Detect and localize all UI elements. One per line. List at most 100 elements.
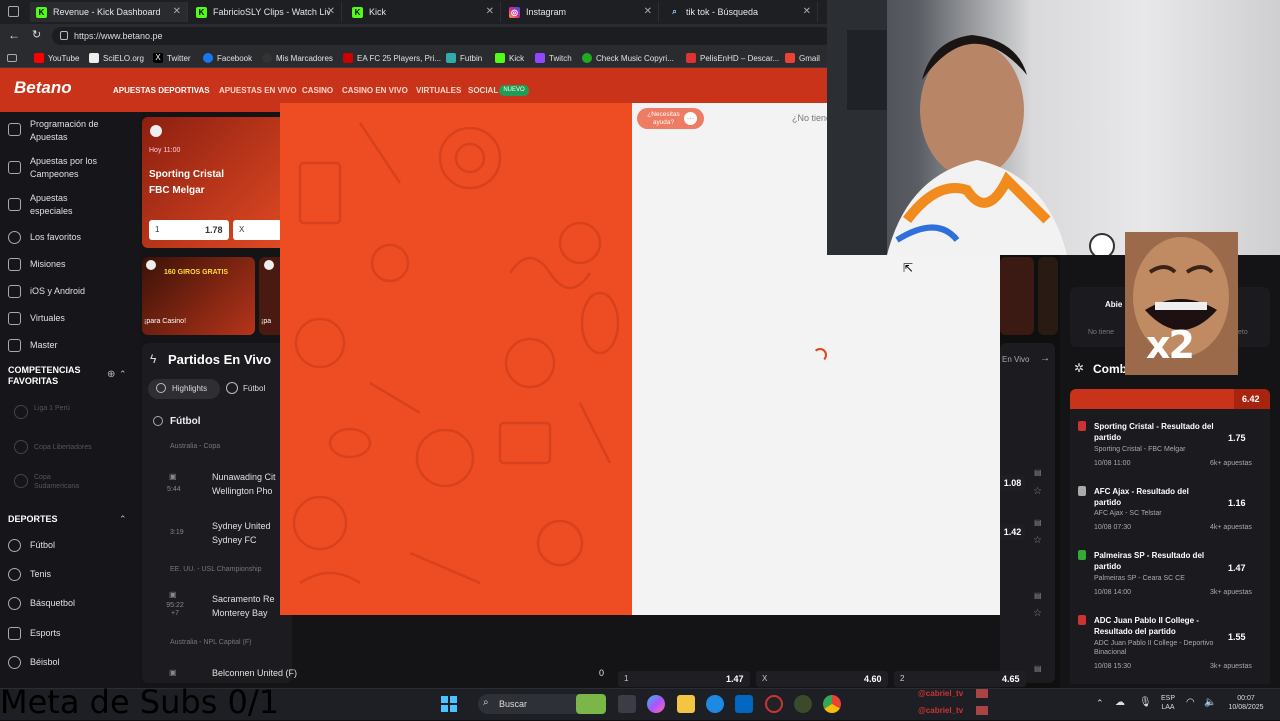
tab-tiktok-search[interactable]: ⌕ tik tok - Búsqueda ✕ [663, 2, 818, 22]
betano-logo[interactable]: Betano [14, 78, 72, 98]
bookmark-twitter[interactable]: X Twitter [153, 51, 191, 65]
input-language[interactable]: ESP LAA [1158, 694, 1178, 712]
store-icon[interactable] [735, 695, 753, 713]
odd-button[interactable]: 1.08 [1000, 475, 1025, 491]
clock[interactable]: 00:07 10/08/2025 [1222, 694, 1270, 712]
sport-basquetbol[interactable]: Básquetbol [30, 597, 75, 610]
tab-actions-icon[interactable] [8, 6, 19, 17]
onedrive-icon[interactable]: ☁ [1115, 697, 1125, 708]
sidebar-item-campeones[interactable]: Apuestas por los Campeones [30, 155, 130, 181]
back-icon[interactable]: ← [8, 28, 20, 42]
close-icon[interactable]: ✕ [327, 6, 335, 17]
bet-odd[interactable]: 1.75 [1228, 433, 1246, 443]
chrome-icon[interactable] [823, 695, 841, 713]
close-icon[interactable]: ✕ [173, 6, 181, 17]
app-icon[interactable] [794, 695, 812, 713]
refresh-icon[interactable]: ↻ [32, 28, 41, 41]
obs-icon[interactable] [765, 695, 783, 713]
search-placeholder: Buscar [499, 699, 528, 709]
promo-card-4[interactable] [1038, 257, 1058, 335]
stats-icon[interactable]: ▤ [1034, 591, 1042, 600]
bet-odd[interactable]: 1.47 [1228, 563, 1246, 573]
bet-odd[interactable]: 1.16 [1228, 498, 1246, 508]
bookmark-facebook[interactable]: Facebook [203, 51, 252, 65]
mic-icon[interactable]: 🎙 [1139, 697, 1152, 708]
chevron-up-icon[interactable]: ⌃ [119, 369, 127, 380]
bet-odd[interactable]: 1.55 [1228, 632, 1246, 642]
bookmark-gmail[interactable]: Gmail [785, 51, 820, 65]
tab-kick[interactable]: K Kick ✕ [346, 2, 501, 22]
chat-icon[interactable]: … [684, 112, 697, 125]
sidebar-item-programacion[interactable]: Programación de Apuestas [30, 118, 130, 144]
star-icon[interactable]: ☆ [1033, 608, 1042, 619]
nav-casino-en-vivo[interactable]: CASINO EN VIVO [342, 86, 408, 95]
sidebar-item-virtuales[interactable]: Virtuales [30, 312, 65, 325]
bookmark-eafc[interactable]: EA FC 25 Players, Pri... [343, 51, 441, 65]
star-icon[interactable]: ☆ [1033, 486, 1042, 497]
stats-icon[interactable]: ▤ [1034, 468, 1042, 477]
stats-icon[interactable]: ▤ [1034, 518, 1042, 527]
webcam-overlay [827, 0, 1280, 255]
star-icon[interactable]: ☆ [1033, 535, 1042, 546]
competition-usl[interactable]: EE. UU. - USL Championship [170, 566, 262, 573]
site-info-icon[interactable] [60, 31, 68, 40]
kick-icon: K [352, 6, 363, 18]
close-icon[interactable]: ✕ [486, 6, 494, 17]
file-explorer-icon[interactable] [677, 695, 695, 713]
competition-libertadores[interactable]: Copa Libertadores [34, 443, 104, 452]
odd-button[interactable]: 1.42 [1000, 524, 1025, 540]
url-field[interactable]: https://www.betano.pe [52, 27, 832, 45]
close-icon[interactable]: ✕ [803, 6, 811, 17]
close-icon[interactable]: ✕ [644, 6, 652, 17]
stats-icon[interactable]: ▤ [1034, 664, 1042, 673]
add-icon[interactable]: ⊕ [107, 369, 115, 380]
sidebar-item-especiales[interactable]: Apuestas especiales [30, 192, 110, 218]
windows-start-icon[interactable] [441, 696, 457, 712]
bookmark-youtube[interactable]: YouTube [34, 51, 79, 65]
sport-futbol[interactable]: Fútbol [30, 539, 55, 552]
sidebar-toggle-icon[interactable] [7, 54, 17, 62]
bookmark-twitch[interactable]: Twitch [535, 51, 572, 65]
edge-icon[interactable] [706, 695, 724, 713]
sidebar-item-master[interactable]: Master [30, 339, 58, 352]
nav-virtuales[interactable]: VIRTUALES [416, 86, 461, 95]
nav-social[interactable]: SOCIAL [468, 86, 498, 95]
sport-esports[interactable]: Esports [30, 627, 61, 640]
libertadores-icon [14, 440, 28, 454]
promo-card-3[interactable] [1000, 257, 1034, 335]
bookmark-futbin[interactable]: Futbin [446, 51, 482, 65]
competition-sudamericana[interactable]: Copa Sudamericana [34, 473, 94, 491]
competition-liga1[interactable]: Liga 1 Perú [34, 404, 74, 413]
nav-apuestas-deportivas[interactable]: APUESTAS DEPORTIVAS [113, 86, 210, 95]
bookmark-kick[interactable]: Kick [495, 51, 524, 65]
nav-apuestas-en-vivo[interactable]: APUESTAS EN VIVO [219, 86, 297, 95]
bookmark-marcadores[interactable]: Mis Marcadores [262, 51, 333, 65]
odd-value: 1.47 [726, 674, 744, 684]
tab-revenue[interactable]: K Revenue - Kick Dashboard ✕ [30, 2, 188, 22]
tab-abiertas[interactable]: Abie [1105, 300, 1122, 309]
volume-icon[interactable]: 🔈 [1204, 697, 1216, 708]
sport-beisbol[interactable]: Béisbol [30, 656, 60, 669]
bookmark-scielo[interactable]: SciELO.org [89, 51, 144, 65]
tab-clips[interactable]: K FabricioSLY Clips - Watch Live on ✕ [190, 2, 342, 22]
filter-futbol[interactable]: Fútbol [243, 384, 265, 393]
bookmark-check-music[interactable]: Check Music Copyri... [582, 51, 674, 65]
en-vivo-link[interactable]: En Vivo [1002, 355, 1029, 364]
sidebar-item-misiones[interactable]: Misiones [30, 258, 66, 271]
sidebar-item-favoritos[interactable]: Los favoritos [30, 231, 81, 244]
arrow-right-icon[interactable]: → [1040, 353, 1050, 364]
copilot-icon[interactable] [647, 695, 665, 713]
search-highlight-icon[interactable] [576, 694, 606, 714]
competition-npl[interactable]: Australia - NPL Capital (F) [170, 639, 251, 646]
competition-australia-copa[interactable]: Australia - Copa [170, 443, 220, 450]
wifi-icon[interactable]: ◠ [1186, 697, 1195, 708]
task-view-icon[interactable] [618, 695, 636, 713]
sport-tenis[interactable]: Tenis [30, 568, 51, 581]
nav-casino[interactable]: CASINO [302, 86, 333, 95]
featured-team1: Sporting Cristal [149, 169, 225, 180]
chevron-up-icon[interactable]: ⌃ [119, 514, 127, 525]
chevron-up-icon[interactable]: ⌃ [1096, 698, 1104, 709]
bookmark-pelis[interactable]: PelisEnHD – Descar... [686, 51, 779, 65]
tab-instagram[interactable]: ◎ Instagram ✕ [503, 2, 659, 22]
sidebar-item-ios-android[interactable]: iOS y Android [30, 285, 85, 298]
